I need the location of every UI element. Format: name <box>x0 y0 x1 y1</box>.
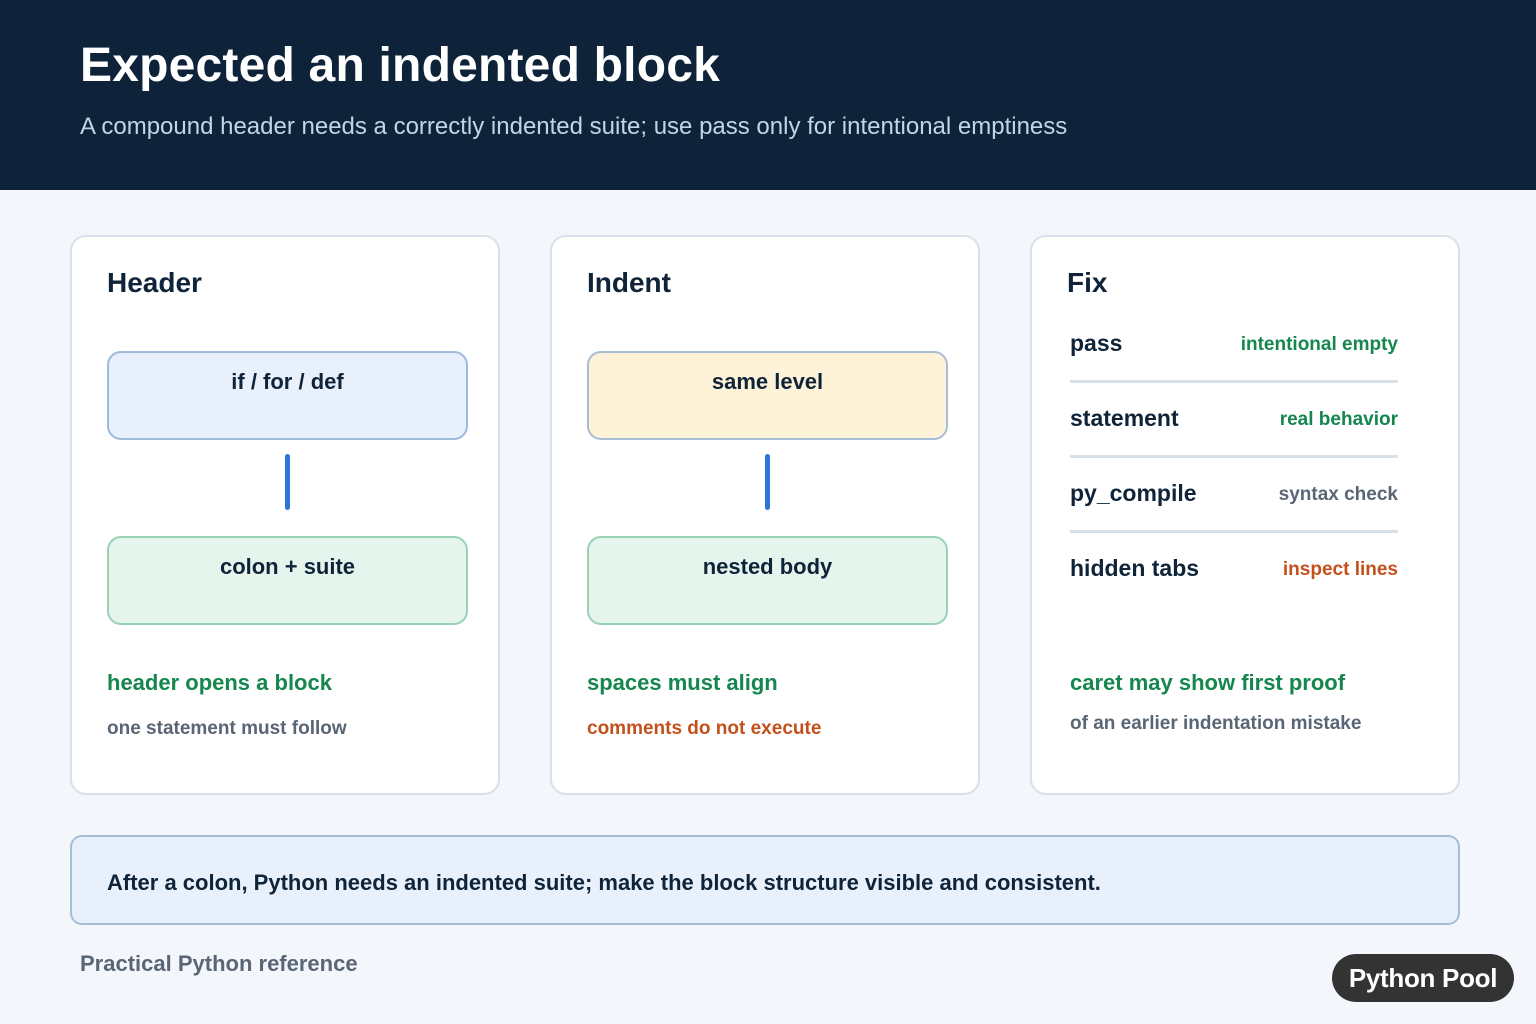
fix-value: real behavior <box>1279 409 1398 430</box>
header-top-node: if / for / def <box>107 351 468 440</box>
indent-note-main: spaces must align <box>587 670 778 695</box>
fix-divider <box>1070 455 1398 458</box>
fix-key: hidden tabs <box>1070 555 1200 581</box>
fix-note-main: caret may show first proof <box>1070 670 1346 695</box>
callout-text: After a colon, Python needs an indented … <box>107 870 1101 895</box>
fix-divider <box>1070 380 1398 383</box>
indent-top-node: same level <box>587 351 948 440</box>
header-connector <box>285 454 290 510</box>
brand-badge[interactable]: Python Pool <box>1332 954 1514 1002</box>
page-subtitle: A compound header needs a correctly inde… <box>80 113 1068 140</box>
fix-key: statement <box>1070 405 1179 431</box>
fix-row-statement: statement real behavior <box>1070 405 1398 480</box>
header-band: Expected an indented block A compound he… <box>0 0 1536 190</box>
indent-connector <box>765 454 770 510</box>
indent-card: Indent same level nested body spaces mus… <box>550 235 980 795</box>
footer-text: Practical Python reference <box>80 951 358 976</box>
fix-row-hidden-tabs: hidden tabs inspect lines <box>1070 555 1398 630</box>
fix-value: syntax check <box>1278 484 1398 505</box>
header-note-main: header opens a block <box>107 670 332 695</box>
page: Expected an indented block A compound he… <box>0 0 1536 1024</box>
fix-row-pass: pass intentional empty <box>1070 330 1398 405</box>
header-card: Header if / for / def colon + suite head… <box>70 235 500 795</box>
header-note-sub: one statement must follow <box>107 718 347 739</box>
fix-row-py-compile: py_compile syntax check <box>1070 480 1398 555</box>
fix-note-sub: of an earlier indentation mistake <box>1070 713 1362 734</box>
indent-note-sub: comments do not execute <box>587 718 822 739</box>
summary-callout: After a colon, Python needs an indented … <box>70 835 1460 925</box>
fix-value: inspect lines <box>1282 559 1398 580</box>
fix-value: intentional empty <box>1240 334 1398 355</box>
fix-card: Fix pass intentional empty statement rea… <box>1030 235 1460 795</box>
indent-bottom-node: nested body <box>587 536 948 625</box>
header-bottom-node: colon + suite <box>107 536 468 625</box>
page-title: Expected an indented block <box>80 39 721 92</box>
header-card-title: Header <box>107 267 202 298</box>
indent-card-title: Indent <box>587 267 671 298</box>
fix-key: pass <box>1070 330 1123 356</box>
fix-divider <box>1070 530 1398 533</box>
fix-card-title: Fix <box>1067 267 1108 298</box>
fix-key: py_compile <box>1070 480 1197 506</box>
